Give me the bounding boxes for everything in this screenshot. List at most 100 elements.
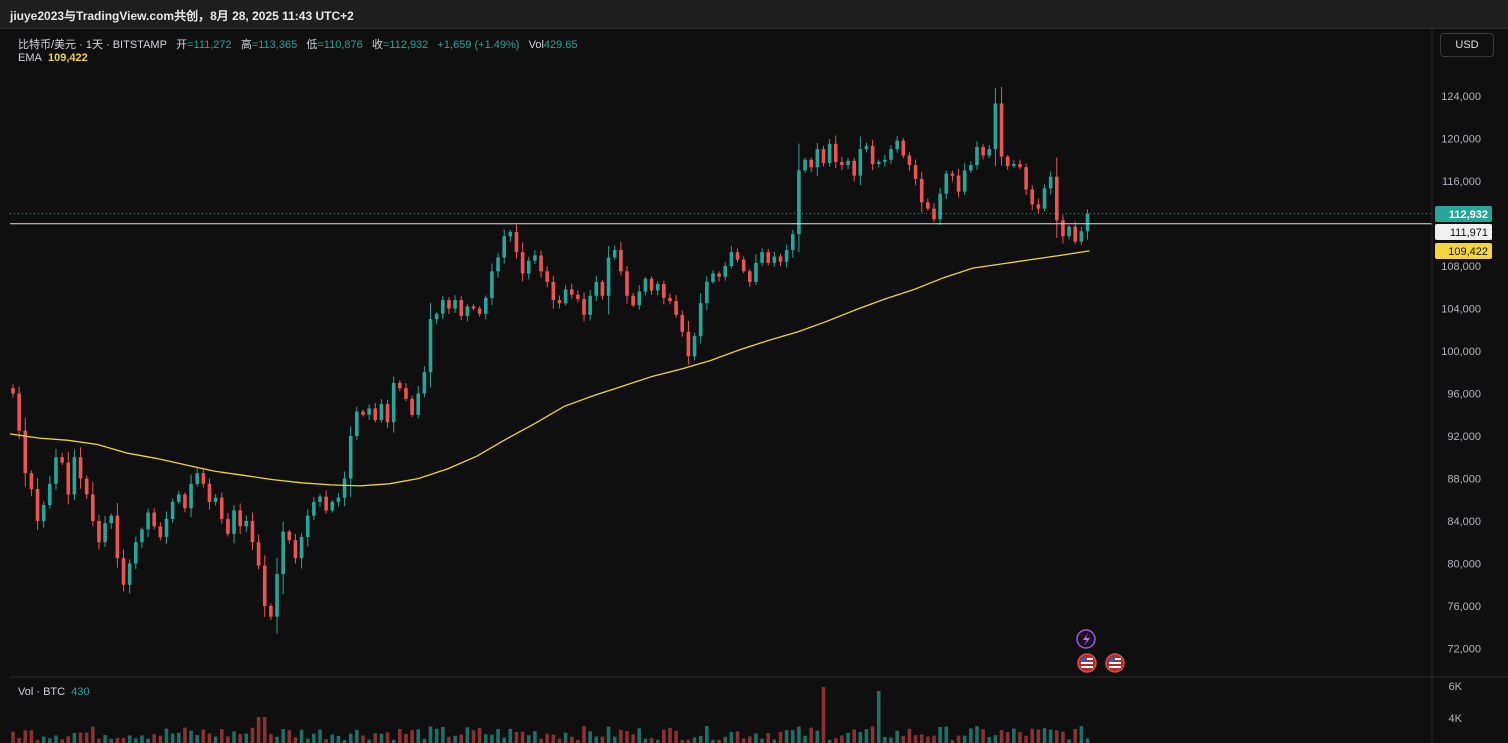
candle-body [520,252,525,274]
candle-body [201,473,206,484]
candle-body [551,281,556,300]
candle-body [146,512,150,530]
candle-body [735,252,740,260]
volume-bar [748,736,752,743]
volume-bar [938,727,942,743]
candle-body [827,143,832,163]
candle-body [895,140,899,150]
volume-legend[interactable]: Vol · BTC 430 [18,686,90,698]
volume-bar [72,733,77,743]
candle-body [348,436,353,479]
candle-body [29,473,34,490]
currency-button[interactable]: USD [1440,33,1494,57]
candle-body [422,372,427,394]
line-price-tag: 111,971 [1435,224,1492,240]
candle-body [410,398,414,415]
candle-body [459,300,464,316]
volume-bar [606,726,611,743]
volume-bar [729,732,734,743]
candle-body [889,149,893,160]
candle-body [471,306,476,309]
candle-body [569,289,574,295]
candle-body [342,478,347,498]
volume-bar [170,733,175,743]
volume-bar [483,734,488,743]
volume-bar [1055,730,1059,743]
symbol-name[interactable]: 比特币/美元 · 1天 · BITSTAMP [18,39,167,51]
us-flag-icon[interactable] [1077,653,1097,673]
candle-body [729,252,734,266]
volume-bar [883,736,887,743]
candle-body [256,542,261,566]
candle-body [238,510,242,527]
volume-bar [324,739,328,743]
lightning-icon[interactable] [1076,629,1096,649]
candle-body [576,294,580,299]
vol-label: Vol [528,39,544,51]
volume-bar [490,734,494,743]
price-axis-tick: 72,000 [1447,644,1481,656]
volume-bar [833,738,838,743]
candle-body [158,526,163,537]
candle-body [717,273,721,277]
volume-bar [662,729,666,743]
candle-body [508,232,513,237]
candle-body [176,494,181,502]
volume-bar [121,737,126,743]
candle-body [434,313,439,320]
candle-body [281,531,285,575]
volume-bar [312,733,316,743]
candle-body [815,149,820,168]
volume-bar [993,735,998,743]
volume-axis-label: 4K [1449,713,1463,725]
candle-body [195,473,199,484]
volume-bar [23,730,28,743]
volume-bar [901,735,906,743]
price-axis-tick: 96,000 [1447,389,1481,401]
candle-body [1061,220,1065,237]
volume-bar [840,735,844,743]
price-axis-tick: 116,000 [1442,176,1481,188]
candle-body [631,295,635,306]
candle-body [539,255,543,272]
volume-bar [465,727,470,743]
volume-bar [545,733,549,743]
price-axis-tick: 92,000 [1447,431,1481,443]
volume-bar [975,726,979,743]
us-flag-icon[interactable] [1105,653,1125,673]
candle-body [956,175,961,192]
volume-bar [330,734,335,743]
candle-body [66,462,71,495]
volume-bar [422,738,427,743]
candle-body [1042,188,1047,209]
volume-bar [398,728,402,743]
candle-body [97,521,101,543]
volume-bar [410,730,414,743]
close-label: 收 [371,39,383,51]
volume-bar [1061,731,1065,743]
low-value: =110,876 [317,39,363,51]
candle-body [803,159,807,171]
candle-body [852,160,856,176]
symbol-legend[interactable]: 比特币/美元 · 1天 · BITSTAMP 开=111,272 高=113,3… [18,36,578,52]
candle-body [600,281,605,296]
volume-bar [127,735,132,743]
volume-bar [588,731,592,743]
candle-body [164,518,169,537]
volume-bar [913,735,918,743]
candle-body [441,300,445,314]
candle-body [919,178,924,203]
price-chart[interactable]: 124,000 120,000 116,000 108,000 104,000 100,0… [0,0,1508,743]
volume-bar [453,735,457,743]
volume-bar [809,727,813,743]
candle-body [962,170,967,192]
ema-legend[interactable]: EMA 109,422 [18,52,88,64]
candle-body [189,483,193,509]
volume-bar [668,727,672,743]
volume-bar [772,739,777,743]
candle-body [668,297,672,302]
candle-body [287,531,292,541]
candle-body [876,161,881,164]
candle-body [907,155,912,166]
volume-bar [643,738,648,743]
